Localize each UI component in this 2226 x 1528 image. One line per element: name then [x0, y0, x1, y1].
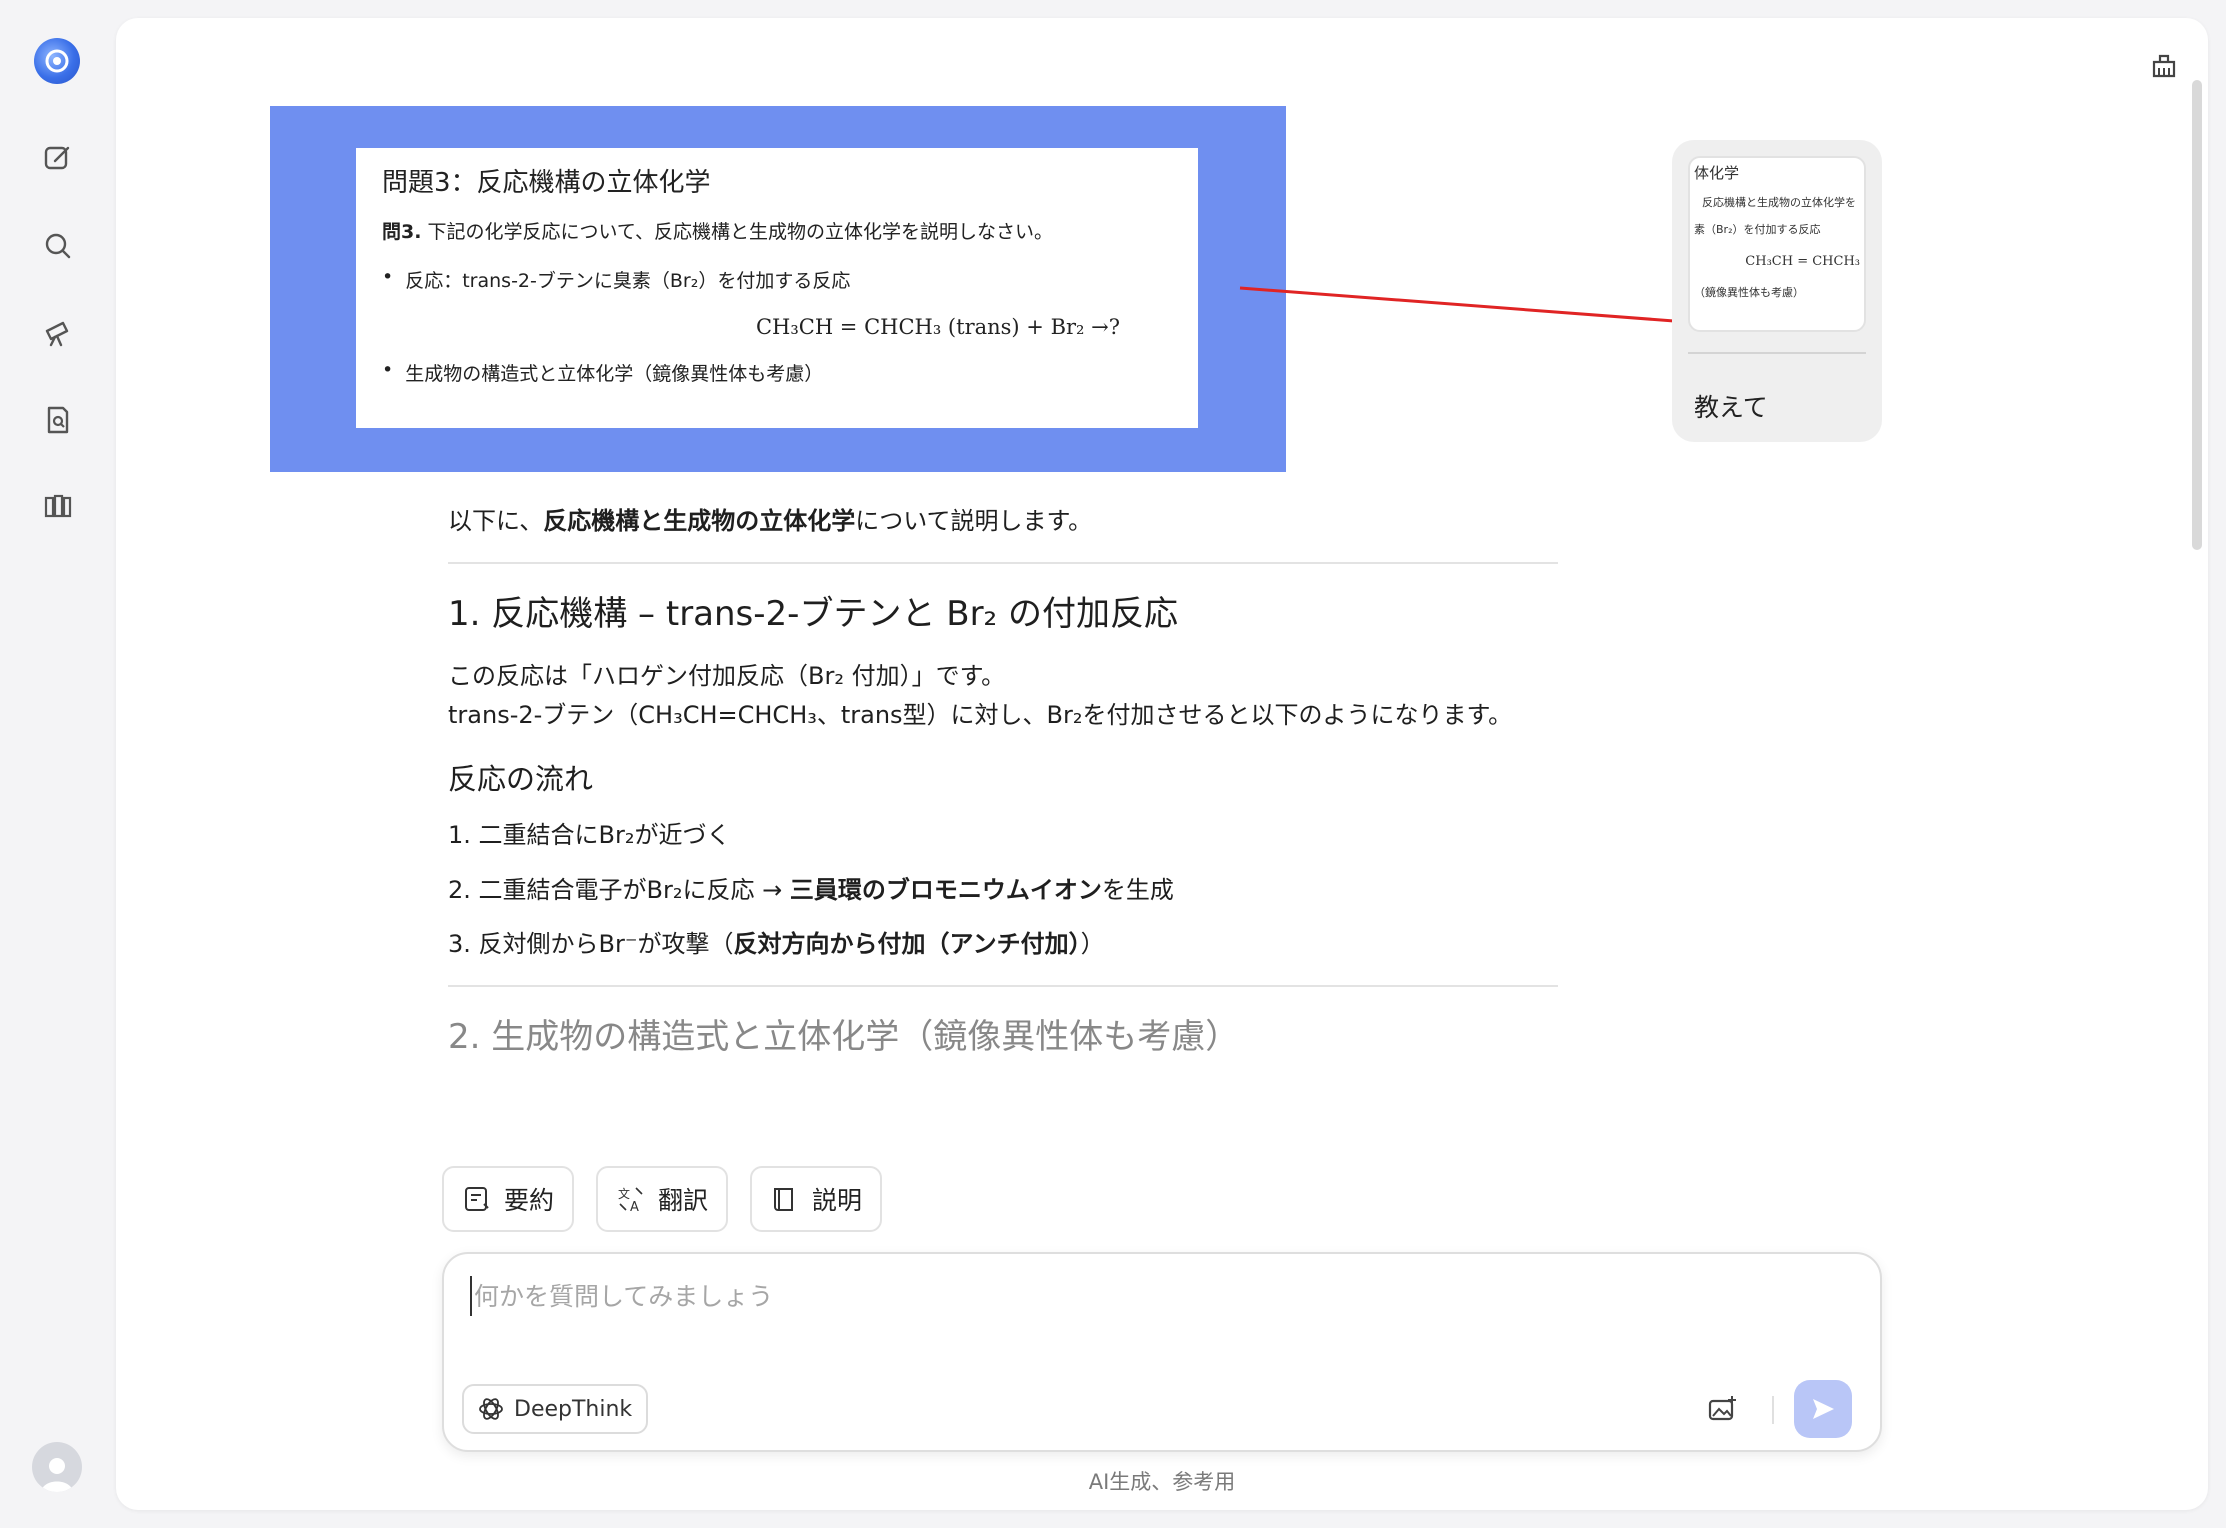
answer-heading-1: 1. 反応機構 – trans-2-ブテンと Br₂ の付加反応	[448, 594, 1178, 635]
svg-text:文: 文	[618, 1186, 630, 1201]
deepthink-toggle[interactable]: DeepThink	[462, 1384, 649, 1434]
disclaimer: AI生成、参考用	[1088, 1470, 1236, 1494]
answer-paragraph: この反応は「ハロゲン付加反応（Br₂ 付加）」です。	[448, 662, 1006, 691]
chat-composer: DeepThink	[442, 1252, 1882, 1452]
scrollbar[interactable]	[2192, 80, 2202, 550]
document-search-icon[interactable]	[34, 396, 82, 444]
send-button[interactable]	[1794, 1380, 1852, 1438]
bubble-divider	[1688, 352, 1866, 354]
image-bullet-reaction: 反応：trans-2-ブテンに臭素（Br₂）を付加する反応	[382, 266, 1172, 293]
divider	[448, 562, 1558, 565]
chat-panel: 問題3：反応機構の立体化学 問3. 下記の化学反応について、反応機構と生成物の立…	[116, 18, 2208, 1510]
library-icon[interactable]	[34, 482, 82, 530]
image-title: 問題3：反応機構の立体化学	[382, 168, 711, 198]
send-icon	[1813, 1399, 1834, 1419]
list-item: 3. 反対側からBr⁻が攻撃（反対方向から付加（アンチ付加））	[448, 929, 1105, 958]
answer-subheading: 反応の流れ	[448, 762, 594, 797]
answer-heading-2: 2. 生成物の構造式と立体化学（鏡像異性体も考慮）	[448, 1017, 1240, 1058]
new-chat-icon[interactable]	[34, 134, 82, 182]
message-image-thumbnail[interactable]: 体化学 反応機構と生成物の立体化学を 素（Br₂）を付加する反応 CH₃CH =…	[1688, 156, 1866, 332]
search-icon[interactable]	[34, 222, 82, 270]
telescope-icon[interactable]	[34, 308, 82, 356]
assistant-answer: 以下に、反応機構と生成物の立体化学について説明します。 1. 反応機構 – tr…	[448, 502, 1558, 1142]
answer-paragraph: trans-2-ブテン（CH₃CH=CHCH₃、trans型）に対し、Br₂を付…	[448, 700, 1513, 729]
list-item: 2. 二重結合電子がBr₂に反応 → 三員環のブロモニウムイオンを生成	[448, 875, 1174, 904]
image-bullet-product: 生成物の構造式と立体化学（鏡像異性体も考慮）	[382, 359, 1172, 386]
explain-button[interactable]: 説明	[750, 1166, 883, 1232]
answer-intro: 以下に、反応機構と生成物の立体化学について説明します。	[448, 507, 1093, 535]
svg-text:A: A	[630, 1200, 639, 1214]
message-input[interactable]	[470, 1276, 1670, 1316]
clear-broom-icon[interactable]	[2142, 42, 2186, 86]
image-question: 問3. 下記の化学反応について、反応機構と生成物の立体化学を説明しなさい。	[382, 221, 1053, 243]
attached-image[interactable]: 問題3：反応機構の立体化学 問3. 下記の化学反応について、反応機構と生成物の立…	[270, 106, 1286, 472]
atom-icon	[479, 1398, 503, 1420]
summarize-button[interactable]: 要約	[442, 1166, 575, 1232]
attached-image-content: 問題3：反応機構の立体化学 問3. 下記の化学反応について、反応機構と生成物の立…	[356, 148, 1198, 428]
divider	[1772, 1396, 1774, 1424]
quick-actions: 要約 文A 翻訳 説明	[442, 1166, 883, 1232]
side-rail	[0, 0, 116, 1528]
translate-icon: 文A	[618, 1186, 643, 1214]
divider	[448, 985, 1558, 988]
list-item: 1. 二重結合にBr₂が近づく	[448, 821, 731, 850]
book-icon	[774, 1188, 794, 1211]
avatar[interactable]	[32, 1442, 82, 1492]
user-message-text: 教えて	[1694, 393, 1768, 422]
logo-icon[interactable]	[34, 38, 80, 84]
user-message: 体化学 反応機構と生成物の立体化学を 素（Br₂）を付加する反応 CH₃CH =…	[1672, 140, 1882, 442]
summarize-icon	[465, 1187, 489, 1211]
image-upload-icon[interactable]	[1700, 1384, 1744, 1434]
translate-button[interactable]: 文A 翻訳	[596, 1166, 729, 1232]
image-equation: CH₃CH = CHCH₃ (trans) + Br₂ →?	[755, 315, 1120, 339]
